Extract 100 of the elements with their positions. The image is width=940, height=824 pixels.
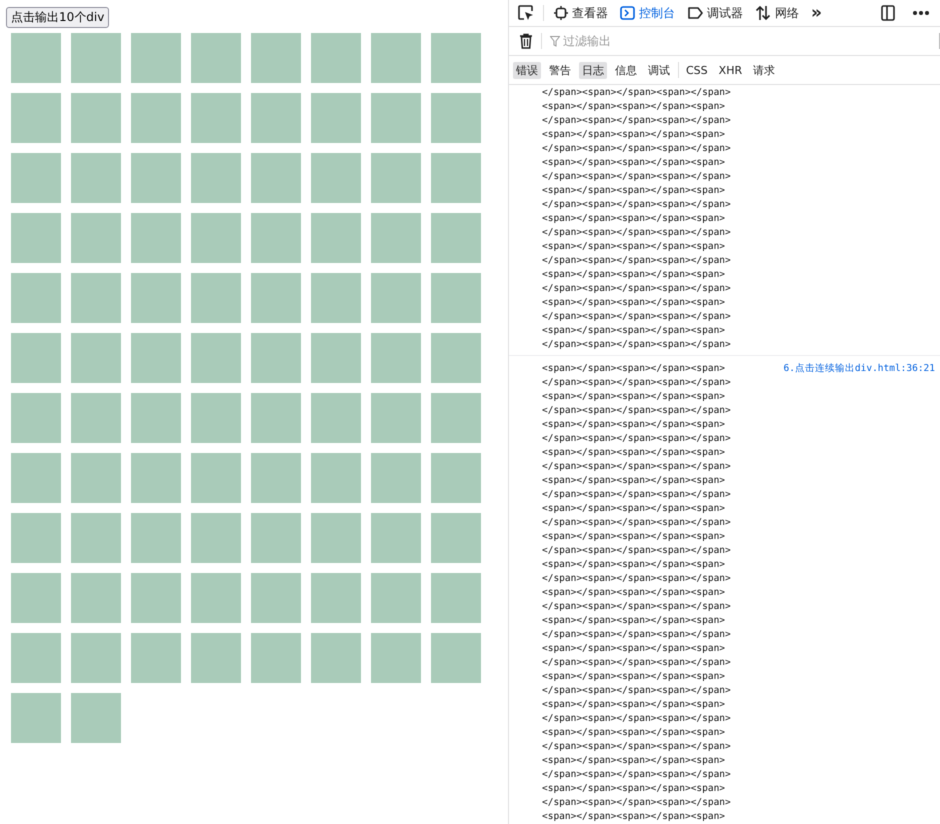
console-line: </span><span></span><span></span> — [542, 338, 731, 352]
element-picker-icon[interactable] — [517, 4, 535, 22]
div-block — [431, 333, 481, 383]
div-block — [311, 453, 361, 503]
dock-icon[interactable] — [880, 4, 896, 22]
console-line: <span></span><span></span><span> — [542, 296, 726, 310]
div-block — [131, 633, 181, 683]
console-line: <span></span><span></span><span> — [542, 502, 726, 516]
div-block — [11, 693, 61, 743]
crosshair-icon — [554, 6, 568, 20]
console-line: <span></span><span></span><span> — [542, 670, 726, 684]
console-line: <span></span><span></span><span> — [542, 418, 726, 432]
output-button[interactable]: 点击输出10个div — [6, 7, 110, 28]
div-block — [11, 213, 61, 263]
console-icon — [620, 6, 635, 20]
div-block — [371, 633, 421, 683]
console-line: <span></span><span></span><span> — [542, 810, 726, 824]
level-filter-button[interactable]: 警告 — [546, 62, 574, 78]
div-block — [431, 33, 481, 83]
div-block — [131, 513, 181, 563]
div-block — [71, 633, 121, 683]
div-block — [311, 573, 361, 623]
div-block — [71, 453, 121, 503]
div-block — [131, 153, 181, 203]
div-block — [251, 393, 301, 443]
trash-icon[interactable] — [519, 33, 533, 49]
div-block — [191, 513, 241, 563]
source-link[interactable]: 6.点击连续输出div.html:36:21 — [783, 362, 935, 824]
div-block — [431, 393, 481, 443]
console-line: </span><span></span><span></span> — [542, 432, 731, 446]
devtools-tab[interactable]: 控制台 — [618, 4, 677, 22]
div-block — [251, 153, 301, 203]
div-block — [311, 633, 361, 683]
request-filter-button[interactable]: CSS — [683, 62, 711, 78]
div-block — [191, 333, 241, 383]
div-block — [11, 153, 61, 203]
div-block — [431, 213, 481, 263]
console-line: <span></span><span></span><span> — [542, 156, 726, 170]
div-block — [191, 273, 241, 323]
level-filter-button[interactable]: 信息 — [612, 62, 640, 78]
console-line: </span><span></span><span></span> — [542, 544, 731, 558]
filter-icon — [550, 36, 560, 46]
div-block — [71, 93, 121, 143]
console-line: <span></span><span></span><span> — [542, 100, 726, 114]
console-line: <span></span><span></span><span> — [542, 474, 726, 488]
div-block — [71, 333, 121, 383]
level-filter-button[interactable]: 日志 — [579, 62, 607, 78]
console-line: </span><span></span><span></span> — [542, 460, 731, 474]
div-block — [371, 33, 421, 83]
request-filter-button[interactable]: XHR — [716, 62, 746, 78]
div-block — [371, 453, 421, 503]
div-block — [11, 393, 61, 443]
console-line: </span><span></span><span></span> — [542, 198, 731, 212]
console-line: </span><span></span><span></span> — [542, 404, 731, 418]
div-block — [311, 273, 361, 323]
div-block — [11, 333, 61, 383]
div-block — [191, 213, 241, 263]
devtools-tab[interactable]: 调试器 — [685, 4, 745, 22]
console-line: <span></span><span></span><span> — [542, 446, 726, 460]
div-block — [191, 153, 241, 203]
console-line: <span></span><span></span><span> — [542, 362, 726, 376]
console-line: </span><span></span><span></span> — [542, 114, 731, 128]
div-block — [71, 213, 121, 263]
div-block — [251, 93, 301, 143]
console-line: <span></span><span></span><span> — [542, 698, 726, 712]
more-options-icon[interactable] — [912, 10, 930, 16]
div-block — [191, 393, 241, 443]
level-filter-button[interactable]: 调试 — [645, 62, 673, 78]
div-block — [371, 393, 421, 443]
console-line: </span><span></span><span></span> — [542, 684, 731, 698]
console-line: <span></span><span></span><span> — [542, 642, 726, 656]
div-block — [251, 213, 301, 263]
console-line: <span></span><span></span><span> — [542, 530, 726, 544]
div-block — [131, 213, 181, 263]
tag-shape-icon — [687, 6, 703, 20]
div-block — [131, 573, 181, 623]
div-block — [311, 393, 361, 443]
more-tabs-button[interactable]: » — [811, 3, 822, 23]
div-block — [431, 633, 481, 683]
div-block — [71, 33, 121, 83]
devtools-tab[interactable]: 查看器 — [552, 4, 610, 22]
console-line: <span></span><span></span><span> — [542, 782, 726, 796]
request-filter-button[interactable]: 请求 — [750, 62, 778, 78]
console-line: <span></span><span></span><span> — [542, 240, 726, 254]
devtools-tab[interactable]: 网络 — [753, 4, 801, 22]
console-line: <span></span><span></span><span> — [542, 324, 726, 338]
div-block — [371, 513, 421, 563]
div-block — [431, 453, 481, 503]
level-filter-button[interactable]: 错误 — [513, 62, 541, 78]
div-block — [431, 513, 481, 563]
console-line: </span><span></span><span></span> — [542, 310, 731, 324]
div-block — [251, 453, 301, 503]
filter-field[interactable]: 过滤输出 — [563, 34, 763, 48]
console-line: </span><span></span><span></span> — [542, 376, 731, 390]
console-line: </span><span></span><span></span> — [542, 86, 731, 100]
div-block — [131, 273, 181, 323]
div-block — [251, 633, 301, 683]
div-block — [431, 573, 481, 623]
console-line: <span></span><span></span><span> — [542, 614, 726, 628]
div-block — [71, 153, 121, 203]
